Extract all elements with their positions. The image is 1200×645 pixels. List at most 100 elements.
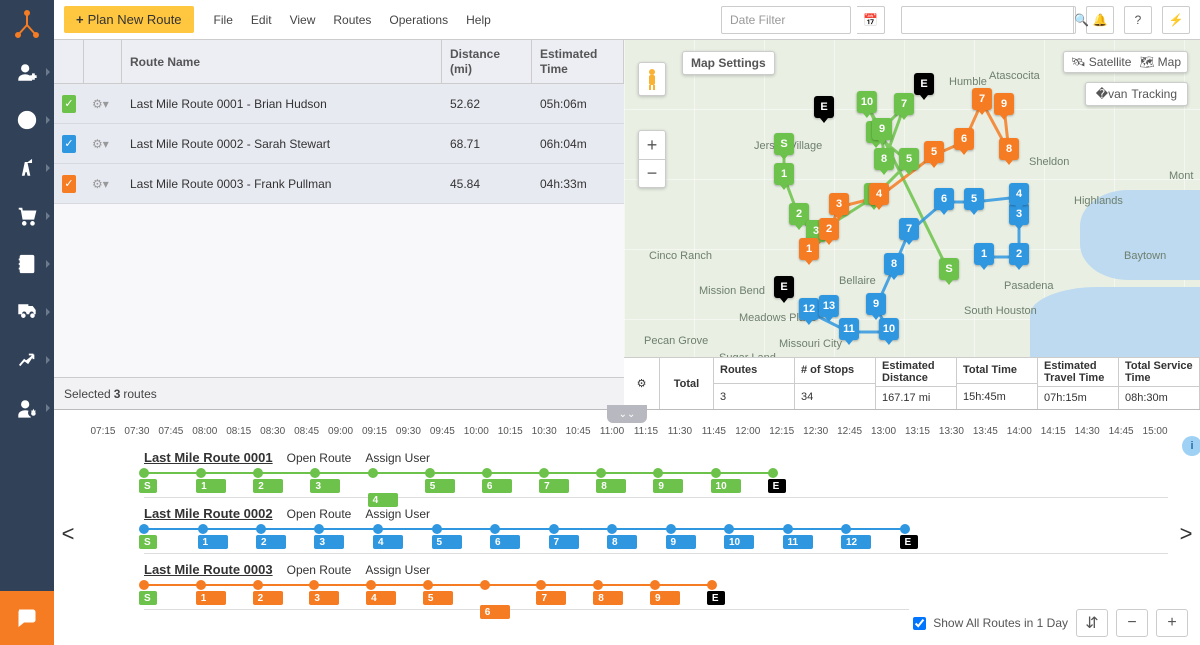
gantt-stop[interactable]: 3: [314, 535, 344, 549]
gantt-stop[interactable]: 8: [596, 479, 626, 493]
map-marker[interactable]: 2: [819, 218, 839, 240]
map-marker[interactable]: 7: [899, 218, 919, 240]
gantt-stop[interactable]: 9: [666, 535, 696, 549]
map-marker-end[interactable]: E: [774, 276, 794, 298]
plan-new-route-button[interactable]: +Plan New Route: [64, 6, 194, 33]
gantt-stop[interactable]: E: [707, 591, 725, 605]
gantt-stop[interactable]: 5: [432, 535, 462, 549]
route-row[interactable]: ✓⚙▾Last Mile Route 0002 - Sarah Stewart6…: [54, 124, 624, 164]
gantt-stop[interactable]: 1: [196, 479, 226, 493]
nav-analytics[interactable]: [0, 336, 54, 384]
gantt-stop[interactable]: 2: [256, 535, 286, 549]
lane-name[interactable]: Last Mile Route 0001: [144, 450, 273, 465]
nav-orders[interactable]: [0, 192, 54, 240]
search-icon[interactable]: 🔍: [1073, 7, 1089, 33]
route-row[interactable]: ✓⚙▾Last Mile Route 0001 - Brian Hudson52…: [54, 84, 624, 124]
lane-name[interactable]: Last Mile Route 0002: [144, 506, 273, 521]
map-marker[interactable]: 6: [934, 188, 954, 210]
gantt-prev-button[interactable]: <: [54, 422, 82, 645]
route-checkbox[interactable]: ✓: [62, 135, 76, 153]
map-marker-end[interactable]: E: [914, 73, 934, 95]
calendar-icon[interactable]: 📅: [857, 6, 885, 34]
nav-routes[interactable]: [0, 144, 54, 192]
map-marker[interactable]: 6: [954, 128, 974, 150]
nav-fleet[interactable]: [0, 288, 54, 336]
lane-name[interactable]: Last Mile Route 0003: [144, 562, 273, 577]
gantt-stop[interactable]: E: [768, 479, 786, 493]
map-marker[interactable]: 1: [974, 243, 994, 265]
map-marker[interactable]: 12: [799, 298, 819, 320]
gantt-stop[interactable]: S: [139, 535, 157, 549]
gantt-stop[interactable]: 4: [366, 591, 396, 605]
map-marker[interactable]: 7: [894, 93, 914, 115]
nav-add-user[interactable]: [0, 48, 54, 96]
map-marker[interactable]: 5: [964, 188, 984, 210]
open-route-link[interactable]: Open Route: [287, 451, 352, 465]
search-input[interactable]: [902, 13, 1073, 27]
pegman-icon[interactable]: [638, 62, 666, 96]
menu-routes[interactable]: Routes: [333, 13, 371, 27]
nav-help[interactable]: [0, 96, 54, 144]
map-marker[interactable]: 1: [774, 163, 794, 185]
gantt-stop[interactable]: S: [139, 479, 157, 493]
map-marker[interactable]: 8: [874, 148, 894, 170]
menu-edit[interactable]: Edit: [251, 13, 272, 27]
gantt-stop[interactable]: 11: [783, 535, 813, 549]
assign-user-link[interactable]: Assign User: [365, 451, 430, 465]
route-checkbox[interactable]: ✓: [62, 175, 76, 193]
open-route-link[interactable]: Open Route: [287, 563, 352, 577]
gantt-stop[interactable]: 2: [253, 591, 283, 605]
gantt-stop[interactable]: 10: [711, 479, 741, 493]
col-time[interactable]: Estimated Time: [532, 40, 624, 83]
map-marker[interactable]: 4: [869, 183, 889, 205]
gantt-stop[interactable]: 6: [482, 479, 512, 493]
gantt-stop[interactable]: 10: [724, 535, 754, 549]
gantt-stop[interactable]: 8: [593, 591, 623, 605]
nav-user-settings[interactable]: [0, 384, 54, 432]
gantt-stop[interactable]: S: [139, 591, 157, 605]
map-canvas[interactable]: Jersey VillageCinco RanchMission BendMea…: [624, 40, 1200, 357]
gantt-zoom-out-button[interactable]: −: [1116, 609, 1148, 637]
gantt-stop[interactable]: 7: [539, 479, 569, 493]
gantt-stop[interactable]: 4: [368, 493, 398, 507]
gantt-stop[interactable]: 2: [253, 479, 283, 493]
gantt-stop[interactable]: 3: [310, 479, 340, 493]
gantt-fit-button[interactable]: ⇵: [1076, 609, 1108, 637]
gantt-stop[interactable]: 8: [607, 535, 637, 549]
stats-gear-icon[interactable]: ⚙: [624, 358, 660, 409]
col-distance[interactable]: Distance (mi): [442, 40, 532, 83]
gantt-stop[interactable]: 1: [198, 535, 228, 549]
map-marker[interactable]: 13: [819, 295, 839, 317]
assign-user-link[interactable]: Assign User: [365, 507, 430, 521]
map-marker[interactable]: S: [939, 258, 959, 280]
zoom-out-button[interactable]: −: [639, 159, 665, 187]
map-marker[interactable]: 9: [994, 93, 1014, 115]
gantt-stop[interactable]: 6: [490, 535, 520, 549]
bell-icon[interactable]: 🔔: [1086, 6, 1114, 34]
help-icon[interactable]: ?: [1124, 6, 1152, 34]
map-marker[interactable]: 5: [924, 141, 944, 163]
gantt-stop[interactable]: 9: [650, 591, 680, 605]
nav-address-book[interactable]: [0, 240, 54, 288]
gantt-stop[interactable]: 7: [536, 591, 566, 605]
map-marker[interactable]: 11: [839, 318, 859, 340]
menu-operations[interactable]: Operations: [389, 13, 448, 27]
route-checkbox[interactable]: ✓: [62, 95, 76, 113]
nav-chat[interactable]: [0, 591, 54, 645]
route-gear-menu[interactable]: ⚙▾: [92, 177, 109, 191]
map-marker[interactable]: 9: [866, 293, 886, 315]
gantt-stop[interactable]: E: [900, 535, 918, 549]
route-gear-menu[interactable]: ⚙▾: [92, 137, 109, 151]
satellite-toggle[interactable]: 🛰 Satellite: [1070, 55, 1131, 69]
gantt-stop[interactable]: 5: [425, 479, 455, 493]
gantt-stop[interactable]: 1: [196, 591, 226, 605]
map-marker-end[interactable]: E: [814, 96, 834, 118]
map-marker[interactable]: 7: [972, 88, 992, 110]
gantt-stop[interactable]: 6: [480, 605, 510, 619]
map-marker[interactable]: 1: [799, 238, 819, 260]
show-all-routes-checkbox[interactable]: Show All Routes in 1 Day: [909, 614, 1068, 633]
map-marker[interactable]: 10: [857, 91, 877, 113]
map-marker[interactable]: S: [774, 133, 794, 155]
map-marker[interactable]: 5: [899, 148, 919, 170]
gantt-stop[interactable]: 5: [423, 591, 453, 605]
